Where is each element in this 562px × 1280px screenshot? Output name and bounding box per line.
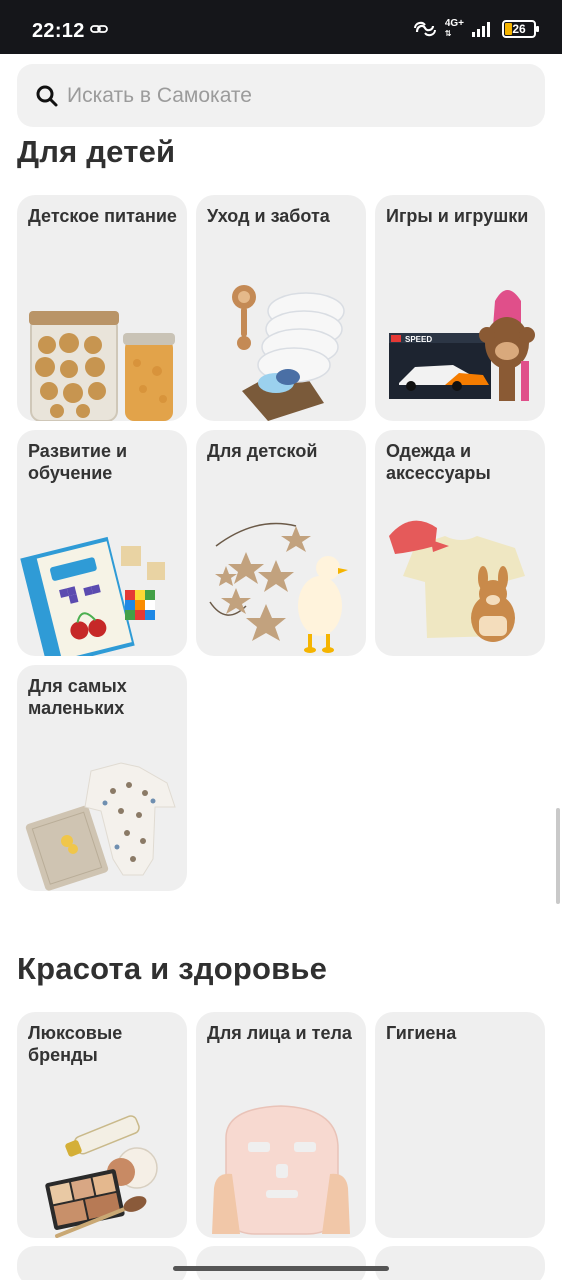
category-learning[interactable]: Развитие и обучение: [17, 430, 187, 656]
next-row-peek: [17, 1246, 545, 1280]
category-toys[interactable]: Игры и игрушки SPEED: [375, 195, 545, 421]
network-type: 4G+: [444, 18, 464, 29]
category-baby-food[interactable]: Детское питание: [17, 195, 187, 421]
section-title-beauty: Красота и здоровье: [17, 951, 328, 986]
status-time: 22:12: [32, 20, 85, 42]
search-input[interactable]: [67, 83, 507, 108]
data-arrows-icon: ⇅: [444, 29, 452, 38]
status-bar: 22:12 4G+ ⇅ 26: [0, 0, 562, 54]
category-label: Люксовые бренды: [28, 1023, 123, 1065]
status-indicators: 4G+ ⇅ 26: [413, 18, 539, 40]
category-label: Детское питание: [28, 206, 177, 226]
category-grid-beauty: Люксовые бренды Для лица и тела Гигиена: [17, 1012, 545, 1238]
search-bar[interactable]: [17, 64, 545, 127]
category-care[interactable]: Уход и забота: [196, 195, 366, 421]
scrollbar[interactable]: [556, 808, 560, 904]
card-peek: [196, 1246, 366, 1280]
home-indicator[interactable]: [173, 1266, 389, 1271]
category-label: Для лица и тела: [207, 1023, 352, 1043]
category-face-body[interactable]: Для лица и тела: [196, 1012, 366, 1238]
section-title-kids: Для детей: [17, 134, 176, 169]
search-icon: [36, 85, 58, 106]
star-garland-image: [209, 522, 348, 653]
category-label: Одежда и аксессуары: [386, 441, 491, 483]
category-newborn[interactable]: Для самых маленьких: [17, 665, 187, 891]
hotspot-icon: [413, 21, 436, 37]
category-label: Гигиена: [386, 1023, 457, 1043]
category-label: Для самых маленьких: [28, 676, 127, 718]
category-nursery[interactable]: Для детской: [196, 430, 366, 656]
category-luxury[interactable]: Люксовые бренды: [17, 1012, 187, 1238]
baby-food-jars-image: [29, 311, 175, 421]
category-clothing[interactable]: Одежда и аксессуары: [375, 430, 545, 656]
workbook-cubes-image: [20, 536, 165, 656]
bodysuit-image: [25, 762, 176, 891]
signal-icon: [472, 22, 490, 37]
battery-icon: 26: [502, 20, 539, 38]
card-peek: [17, 1246, 187, 1280]
battery-level: 26: [512, 22, 526, 36]
category-label: Развитие и обучение: [28, 441, 128, 483]
category-grid-kids: Детское питание Уход и забота Игры и игр…: [17, 195, 545, 891]
card-peek: [375, 1246, 545, 1280]
makeup-image: [45, 1115, 158, 1238]
category-label: Для детской: [207, 441, 318, 461]
category-label: Игры и игрушки: [386, 206, 529, 226]
diapers-basket-image: [232, 285, 345, 421]
category-label: Уход и забота: [207, 206, 330, 226]
link-icon: [90, 25, 108, 33]
svg-text:SPEED: SPEED: [405, 335, 432, 344]
category-hygiene[interactable]: Гигиена: [375, 1012, 545, 1238]
face-mask-image: [212, 1105, 350, 1235]
toys-image: SPEED: [389, 290, 535, 401]
clothing-image: [389, 520, 525, 642]
